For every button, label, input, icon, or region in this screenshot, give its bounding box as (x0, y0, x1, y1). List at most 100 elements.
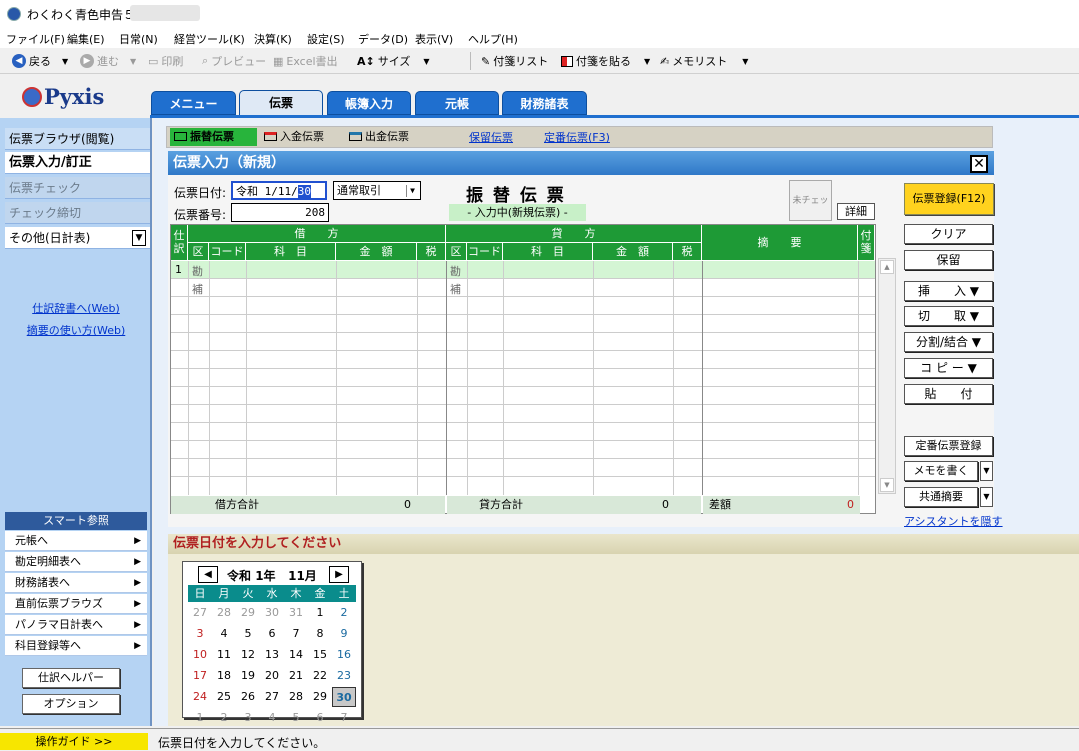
tab-receipt-voucher[interactable]: 入金伝票 (260, 128, 324, 146)
calendar-day[interactable]: 29 (308, 687, 332, 707)
calendar-day[interactable]: 12 (236, 645, 260, 665)
calendar-day[interactable]: 15 (308, 645, 332, 665)
paste-button[interactable]: 貼 付 (904, 384, 993, 404)
calendar-day[interactable]: 28 (212, 603, 236, 623)
tab-payment-voucher[interactable]: 出金伝票 (345, 128, 409, 146)
sidebar-item-check-close[interactable]: チェック締切 (5, 202, 150, 224)
link-memo-usage[interactable]: 摘要の使い方(Web) (0, 322, 152, 338)
scroll-down-icon[interactable]: ▼ (880, 478, 894, 492)
excel-export-button[interactable]: ▦ Excel書出 (273, 53, 338, 69)
calendar-day[interactable]: 6 (260, 624, 284, 644)
table-row[interactable] (171, 387, 875, 405)
calendar-day[interactable]: 26 (236, 687, 260, 707)
calendar-day[interactable]: 22 (308, 666, 332, 686)
tab-menu[interactable]: メニュー (151, 91, 236, 115)
calendar-day[interactable]: 1 (308, 603, 332, 623)
tag-list-button[interactable]: ✎ 付箋リスト (481, 53, 548, 69)
scroll-up-icon[interactable]: ▲ (880, 260, 894, 274)
calendar-day[interactable]: 28 (284, 687, 308, 707)
link-fixed-vouchers[interactable]: 定番伝票(F3) (544, 129, 610, 145)
calendar-day[interactable]: 19 (236, 666, 260, 686)
calendar-day[interactable]: 9 (332, 624, 356, 644)
smart-item-panorama[interactable]: パノラマ日計表へ ▶ (5, 615, 147, 635)
calendar-day[interactable]: 2 (212, 708, 236, 728)
calendar-day[interactable]: 30 (332, 687, 356, 707)
calendar-day[interactable]: 30 (260, 603, 284, 623)
tag-paste-button[interactable]: 付箋を貼る ▼ (561, 53, 650, 69)
tab-transfer-voucher[interactable]: 振替伝票 (170, 128, 257, 146)
menu-help[interactable]: ヘルプ(H) (468, 31, 518, 47)
calendar-day[interactable]: 10 (188, 645, 212, 665)
link-journal-dictionary[interactable]: 仕訳辞書へ(Web) (0, 300, 152, 316)
table-row[interactable] (171, 423, 875, 441)
common-memo-dropdown-icon[interactable]: ▼ (980, 487, 993, 507)
calendar-day[interactable]: 3 (188, 624, 212, 644)
menu-file[interactable]: ファイル(F) (6, 31, 65, 47)
split-merge-button[interactable]: 分割/結合 ▼ (904, 332, 993, 352)
write-memo-button[interactable]: メモを書く (904, 461, 978, 481)
chevron-down-icon[interactable]: ▼ (132, 230, 146, 246)
operation-guide-button[interactable]: 操作ガイド >> (0, 733, 148, 750)
next-month-icon[interactable]: ▶ (329, 566, 349, 583)
table-row[interactable] (171, 315, 875, 333)
calendar-day[interactable]: 16 (332, 645, 356, 665)
menu-mgmt-tools[interactable]: 経営ツール(K) (174, 31, 245, 47)
smart-item-prev-voucher[interactable]: 直前伝票ブラウズ ▶ (5, 594, 147, 614)
calendar-day[interactable]: 31 (284, 603, 308, 623)
hold-button[interactable]: 保留 (904, 250, 993, 270)
table-row[interactable] (171, 459, 875, 477)
menu-data[interactable]: データ(D) (358, 31, 408, 47)
calendar-day[interactable]: 8 (308, 624, 332, 644)
calendar-day[interactable]: 2 (332, 603, 356, 623)
calendar-day[interactable]: 13 (260, 645, 284, 665)
table-row[interactable] (171, 351, 875, 369)
calendar-day[interactable]: 11 (212, 645, 236, 665)
smart-item-financial[interactable]: 財務諸表へ ▶ (5, 573, 147, 593)
calendar-day[interactable]: 27 (260, 687, 284, 707)
calendar-day[interactable]: 5 (284, 708, 308, 728)
calendar-day[interactable]: 5 (236, 624, 260, 644)
preview-button[interactable]: ⌕ プレビュー (202, 53, 266, 69)
back-button[interactable]: ◀ 戻る ▼ (12, 53, 68, 69)
tab-financial-statements[interactable]: 財務諸表 (502, 91, 587, 115)
fixed-voucher-register-button[interactable]: 定番伝票登録 (904, 436, 993, 456)
font-size-button[interactable]: A↕ サイズ ▼ (357, 53, 430, 69)
table-row[interactable] (171, 441, 875, 459)
smart-item-account-register[interactable]: 科目登録等へ ▶ (5, 636, 147, 656)
calendar-day[interactable]: 4 (212, 624, 236, 644)
calendar-day[interactable]: 1 (188, 708, 212, 728)
options-button[interactable]: オプション (22, 694, 120, 714)
insert-button[interactable]: 挿 入 ▼ (904, 281, 993, 301)
smart-item-account-detail[interactable]: 勘定明細表へ ▶ (5, 552, 147, 572)
calendar-day[interactable]: 21 (284, 666, 308, 686)
calendar-day[interactable]: 29 (236, 603, 260, 623)
prev-month-icon[interactable]: ◀ (198, 566, 218, 583)
tab-voucher[interactable]: 伝票 (239, 90, 323, 116)
hide-assistant-link[interactable]: アシスタントを隠す (904, 513, 1003, 529)
trade-type-select[interactable]: 通常取引 ▼ (333, 181, 421, 200)
print-button[interactable]: ▭ 印刷 (148, 53, 183, 69)
close-icon[interactable]: ✕ (970, 155, 988, 173)
cut-button[interactable]: 切 取 ▼ (904, 306, 993, 326)
copy-button[interactable]: コ ピ ー ▼ (904, 358, 993, 378)
table-row[interactable] (171, 297, 875, 315)
calendar-day[interactable]: 24 (188, 687, 212, 707)
calendar-day[interactable]: 17 (188, 666, 212, 686)
menu-closing[interactable]: 決算(K) (254, 31, 292, 47)
calendar-day[interactable]: 6 (308, 708, 332, 728)
calendar-day[interactable]: 7 (332, 708, 356, 728)
calendar-day[interactable]: 18 (212, 666, 236, 686)
menu-settings[interactable]: 設定(S) (307, 31, 345, 47)
table-row[interactable] (171, 261, 875, 279)
calendar-day[interactable]: 27 (188, 603, 212, 623)
table-row[interactable] (171, 279, 875, 297)
sidebar-item-voucher-entry[interactable]: 伝票入力/訂正 (5, 152, 150, 174)
date-input[interactable]: 令和 1/11/30 (231, 181, 327, 200)
link-hold-vouchers[interactable]: 保留伝票 (469, 129, 513, 145)
journal-helper-button[interactable]: 仕訳ヘルパー (22, 668, 120, 688)
calendar-day[interactable]: 20 (260, 666, 284, 686)
tab-book-entry[interactable]: 帳簿入力 (327, 91, 411, 115)
grid-scrollbar[interactable]: ▲ ▼ (878, 258, 896, 494)
table-row[interactable] (171, 405, 875, 423)
calendar-day[interactable]: 3 (236, 708, 260, 728)
